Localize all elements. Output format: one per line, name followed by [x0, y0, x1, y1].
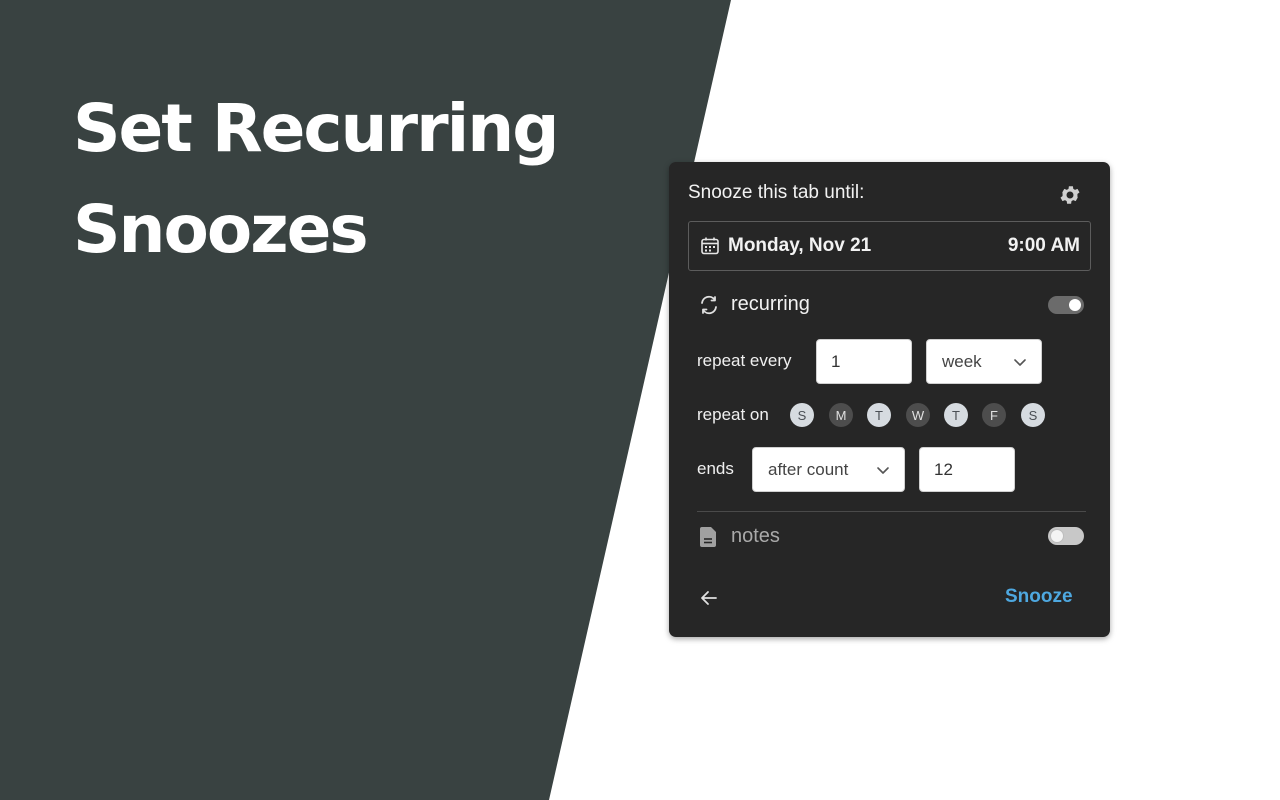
- day-toggle-sunday[interactable]: S: [790, 403, 814, 427]
- snooze-popup: Snooze this tab until: Monday, Nov 21 9:…: [669, 162, 1110, 637]
- snooze-button[interactable]: Snooze: [1005, 586, 1073, 608]
- day-toggle-saturday[interactable]: S: [1021, 403, 1045, 427]
- repeat-unit-select[interactable]: week: [926, 339, 1042, 384]
- hero-headline: Set Recurring Snoozes: [73, 78, 633, 280]
- section-divider: [697, 511, 1086, 512]
- calendar-icon: [700, 236, 720, 256]
- ends-mode-select[interactable]: after count: [752, 447, 905, 492]
- day-toggle-monday[interactable]: M: [829, 403, 853, 427]
- repeat-every-value: 1: [831, 351, 841, 371]
- notes-label: notes: [731, 525, 780, 547]
- gear-icon: [1060, 186, 1080, 204]
- chevron-down-icon: [877, 466, 889, 474]
- recurring-toggle[interactable]: [1048, 296, 1084, 314]
- hero-line-2: Snoozes: [73, 191, 369, 268]
- ends-label: ends: [697, 459, 734, 478]
- day-toggle-tuesday[interactable]: T: [867, 403, 891, 427]
- time-value: 9:00 AM: [1007, 235, 1080, 256]
- note-icon: [700, 527, 716, 547]
- popup-title: Snooze this tab until:: [688, 182, 865, 203]
- recurring-label: recurring: [731, 293, 810, 315]
- ends-count-value: 12: [934, 459, 953, 479]
- back-arrow-icon[interactable]: [698, 587, 720, 609]
- ends-count-input[interactable]: 12: [919, 447, 1015, 492]
- day-toggle-friday[interactable]: F: [982, 403, 1006, 427]
- repeat-every-input[interactable]: 1: [816, 339, 912, 384]
- settings-button[interactable]: [1057, 182, 1083, 208]
- notes-toggle[interactable]: [1048, 527, 1084, 545]
- repeat-icon: [701, 295, 717, 315]
- hero-line-1: Set Recurring: [73, 90, 559, 167]
- repeat-on-label: repeat on: [697, 405, 769, 424]
- date-value: Monday, Nov 21: [728, 235, 872, 256]
- repeat-every-label: repeat every: [697, 351, 792, 370]
- date-time-field[interactable]: Monday, Nov 21 9:00 AM: [688, 221, 1091, 271]
- day-toggle-wednesday[interactable]: W: [906, 403, 930, 427]
- day-toggle-thursday[interactable]: T: [944, 403, 968, 427]
- repeat-unit-value: week: [942, 351, 982, 371]
- toggle-knob: [1051, 530, 1063, 542]
- chevron-down-icon: [1014, 358, 1026, 366]
- toggle-knob: [1069, 299, 1081, 311]
- ends-mode-value: after count: [768, 459, 849, 479]
